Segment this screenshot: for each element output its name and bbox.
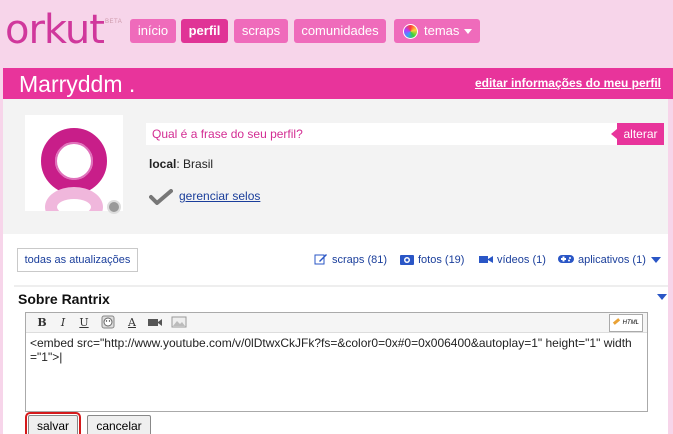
save-button[interactable]: salvar [25, 412, 81, 434]
html-mode-button[interactable]: HTML [609, 314, 643, 332]
stats-chevron-down-icon[interactable] [651, 257, 661, 263]
apps-stat-label: aplicativos (1) [578, 254, 646, 266]
about-section-title: Sobre Rantrix [18, 291, 110, 307]
location-label: local [149, 157, 177, 171]
beta-label: BETA [105, 19, 123, 25]
avatar[interactable] [25, 115, 123, 211]
avatar-reflection-shape [45, 187, 103, 211]
all-updates-button[interactable]: todas as atualizações [17, 248, 138, 272]
side-border-right [668, 99, 673, 434]
photos-stat-label: fotos (19) [418, 254, 465, 266]
chevron-down-icon [464, 29, 472, 34]
underline-button[interactable]: U [76, 315, 92, 331]
videos-stat-label: vídeos (1) [497, 254, 546, 266]
edit-profile-link[interactable]: editar informações do meu perfil [475, 76, 661, 90]
videos-stat-link[interactable]: vídeos (1) [479, 253, 546, 266]
scraps-stat-label: scraps (81) [332, 254, 388, 266]
checkmark-icon [149, 189, 173, 205]
insert-image-button[interactable] [171, 315, 187, 331]
video-icon [479, 256, 493, 263]
insert-video-button[interactable] [147, 315, 163, 331]
nav-perfil[interactable]: perfil [181, 19, 228, 43]
alterar-button[interactable]: alterar [617, 123, 664, 145]
presence-status-icon [107, 200, 121, 214]
photos-stat-link[interactable]: fotos (19) [400, 253, 464, 266]
section-divider [14, 285, 668, 287]
gamepad-icon [558, 255, 574, 263]
themes-globe-icon [403, 24, 418, 39]
profile-name: Marryddm . [19, 71, 136, 97]
orkut-logo[interactable]: orkut [5, 7, 105, 53]
nav-temas-label: temas [424, 23, 460, 38]
html-mode-label: HTML [622, 320, 639, 326]
profile-phrase-prompt: Qual é a frase do seu perfil? [152, 127, 303, 141]
smiley-icon [101, 315, 115, 329]
scraps-stat-link[interactable]: scraps (81) [314, 253, 387, 266]
location-row: local: Brasil [149, 157, 213, 171]
apps-stat-link[interactable]: aplicativos (1) [558, 253, 646, 266]
logo-text: orkut [5, 7, 105, 53]
nav-scraps[interactable]: scraps [234, 19, 288, 43]
html-pencil-icon [612, 318, 621, 325]
cancel-button[interactable]: cancelar [87, 415, 151, 434]
nav-comunidades[interactable]: comunidades [294, 19, 386, 43]
nav-inicio[interactable]: início [130, 19, 176, 43]
nav-temas[interactable]: temas [394, 19, 480, 43]
italic-button[interactable]: I [55, 315, 71, 331]
about-editor: B I U A HTML <embed src="http://www.yout… [25, 312, 648, 412]
video-camera-icon [148, 319, 162, 326]
bold-button[interactable]: B [34, 315, 50, 331]
text-color-button[interactable]: A [124, 315, 140, 331]
manage-selos-link[interactable]: gerenciar selos [179, 189, 260, 203]
text-color-label: A [128, 316, 136, 329]
about-chevron-down-icon[interactable] [657, 294, 667, 300]
camera-icon [400, 255, 414, 265]
image-icon [171, 316, 187, 328]
profile-info-panel: Qual é a frase do seu perfil? alterar lo… [3, 99, 668, 234]
profile-bar: Marryddm . editar informações do meu per… [3, 68, 673, 99]
smiley-button[interactable] [100, 315, 116, 331]
about-text-area[interactable]: <embed src="http://www.youtube.com/v/0lD… [28, 335, 645, 411]
pencil-icon [314, 254, 327, 265]
avatar-ring-shape [41, 128, 107, 194]
location-value: : Brasil [176, 157, 214, 171]
profile-phrase-row: Qual é a frase do seu perfil? alterar [146, 123, 664, 145]
editor-toolbar: B I U A HTML [26, 313, 647, 333]
top-header: orkut BETA início perfil scraps comunida… [0, 0, 673, 68]
